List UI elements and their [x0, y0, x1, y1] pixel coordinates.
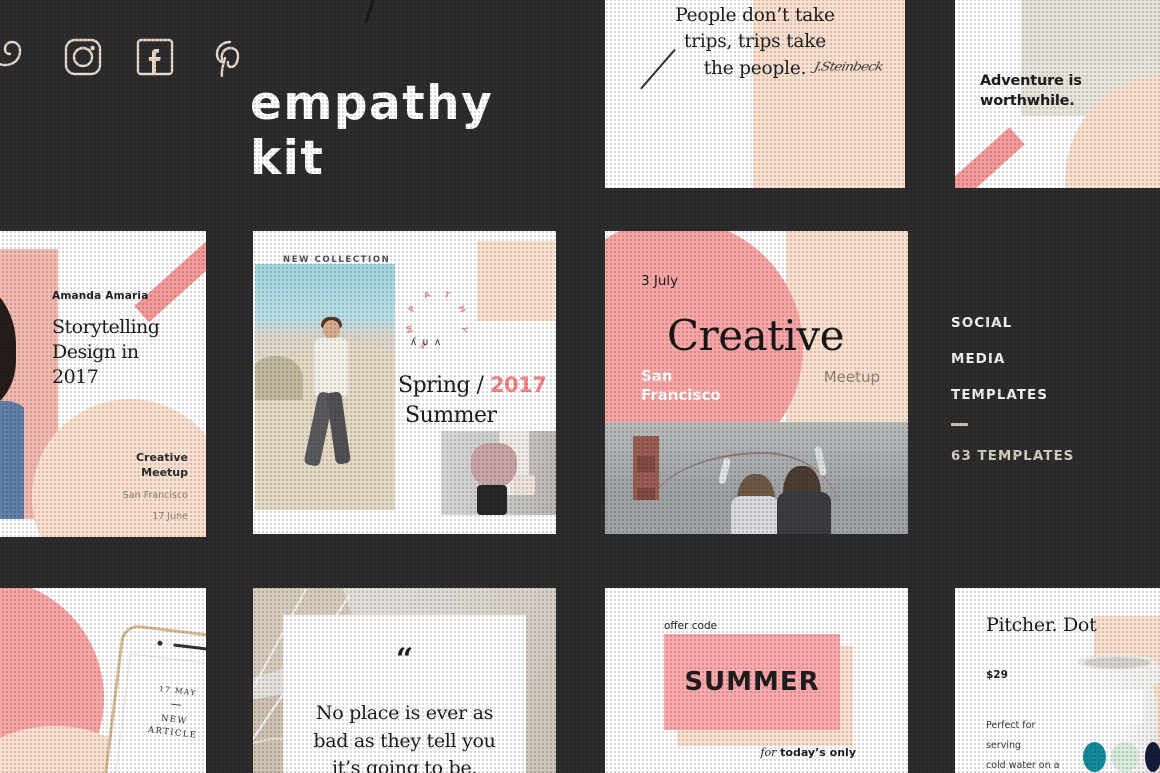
pitcher-product-image: [1061, 650, 1160, 773]
season-line-1: Spring / 2017: [398, 373, 547, 398]
poster-stage: empathy kit People don’t take trips, tri…: [0, 0, 1160, 773]
portrait-photo: [0, 289, 24, 519]
phone-camera-icon: [157, 640, 163, 647]
product-title: Pitcher. Dot: [986, 614, 1097, 636]
event-date: 17 June: [152, 511, 188, 523]
footnote-italic: for: [760, 746, 777, 759]
event-place: San Francisco: [122, 489, 188, 501]
quote-line-3: it’s going to be.: [331, 757, 478, 773]
person-figure: [303, 317, 355, 492]
season-line-2: Summer: [405, 403, 497, 428]
golden-gate-photo: [605, 422, 908, 534]
quote-line-1: No place is ever as: [315, 702, 494, 724]
card-creative-meetup[interactable]: 3 July Creative San Francisco Meetup: [605, 231, 908, 534]
city-line-1: San: [641, 367, 673, 385]
divider: [951, 423, 968, 426]
phone-divider: [171, 703, 182, 706]
quote-text: No place is ever as bad as they tell you…: [283, 700, 526, 773]
card-storytelling[interactable]: Amanda Amaria Storytelling Design in 201…: [0, 231, 206, 537]
event-city: San Francisco: [641, 367, 721, 405]
promo-line-2: MEDIA: [951, 351, 1006, 367]
promo-panel: SOCIAL MEDIA TEMPLATES 63 TEMPLATES: [951, 315, 1151, 464]
card-spring-summer[interactable]: NEW COLLECTION EMPATHY ʎ ʋ ʌ Spring / 20…: [253, 231, 556, 534]
social-icon-row: [0, 30, 254, 84]
event-block: Creative Meetup San Francisco 17 June: [123, 451, 188, 524]
author-name: Amanda Amaria: [52, 290, 149, 302]
card-quote-noplace[interactable]: “ No place is ever as bad as they tell y…: [253, 588, 556, 773]
badge-letter: A: [422, 289, 432, 301]
season-spring: Spring: [398, 373, 470, 398]
pink-diagonal-bar: [134, 231, 206, 323]
storytelling-headline: Storytelling Design in 2017: [52, 315, 192, 390]
pinterest-icon[interactable]: [200, 30, 254, 84]
offer-label: offer code: [664, 620, 718, 632]
event-title: Creative: [667, 311, 845, 360]
card-adventure[interactable]: Adventure is worthwhile.: [955, 0, 1160, 188]
template-count: 63 TEMPLATES: [951, 448, 1075, 464]
badge-letter: Y: [458, 325, 469, 334]
headline-line-1: Storytelling: [52, 316, 160, 338]
signature-text: J.Steinbeck: [813, 60, 885, 74]
quote-line-2: trips, trips take: [684, 31, 826, 53]
season-separator: /: [476, 373, 484, 398]
peach-square: [477, 241, 555, 321]
headline-line-3: 2017: [52, 366, 99, 389]
instagram-icon[interactable]: [56, 30, 110, 84]
offer-footnote: for today’s only: [760, 746, 856, 759]
season-year: 2017: [489, 373, 547, 397]
event-date: 3 July: [641, 273, 679, 289]
beach-photo: [255, 264, 395, 510]
badge-letter: T: [443, 289, 452, 301]
product-description: Perfect for serving cold water on a hot …: [986, 716, 1072, 773]
badge-letter: M: [404, 324, 416, 335]
adventure-line-1: Adventure is: [980, 73, 1082, 89]
twitter-icon[interactable]: [0, 30, 38, 84]
adventure-headline: Adventure is worthwhile.: [980, 72, 1082, 111]
quote-line-2: bad as they tell you: [313, 729, 496, 752]
brand-line-1: empathy: [250, 76, 494, 131]
product-price: $29: [986, 669, 1008, 681]
phone-date: 17 MAY: [158, 684, 198, 698]
phone-screen: 17 MAY NEW ARTICLE: [110, 653, 206, 773]
badge-letter: H: [456, 303, 468, 314]
birds-icon: ʎ ʋ ʌ: [411, 337, 443, 348]
badge-letter: P: [406, 304, 418, 314]
decorative-slash: [364, 0, 377, 24]
card-get-app[interactable]: Get App. y. 17 MAY NEW ARTICLE: [0, 588, 206, 773]
brand-line-2: kit: [250, 131, 325, 187]
card-quote-steinbeck[interactable]: People don’t take trips, trips take the …: [605, 0, 905, 188]
footnote-rest: today’s only: [776, 746, 856, 759]
card-offer-code[interactable]: offer code SUMMER for today’s only: [605, 588, 908, 773]
collection-kicker: NEW COLLECTION: [283, 255, 391, 265]
event-title-line-1: Creative: [135, 451, 188, 464]
page-title: empathy kit: [250, 76, 493, 187]
quote-mark: “: [395, 642, 414, 677]
headline-line-2: Design in: [52, 341, 139, 364]
offer-code: SUMMER: [684, 667, 820, 697]
desc-line-1: Perfect for serving: [986, 720, 1036, 751]
facebook-icon[interactable]: [128, 30, 182, 84]
event-type: Meetup: [823, 368, 880, 386]
adventure-line-2: worthwhile.: [980, 92, 1075, 109]
white-sheet: “ No place is ever as bad as they tell y…: [283, 615, 526, 773]
promo-line-3: TEMPLATES: [951, 387, 1048, 403]
phone-speaker: [173, 643, 206, 652]
desc-line-2: cold water on a hot: [986, 759, 1060, 771]
event-title-line-2: Meetup: [141, 465, 188, 479]
fashion-photo: [441, 431, 556, 515]
phone-mockup: 17 MAY NEW ARTICLE: [98, 623, 206, 773]
city-line-2: Francisco: [641, 385, 721, 404]
promo-line-1: SOCIAL: [951, 315, 1013, 331]
card-pitcher-product[interactable]: Pitcher. Dot $29 Perfect for serving col…: [955, 588, 1160, 773]
quote-line-1: People don’t take: [675, 5, 835, 26]
